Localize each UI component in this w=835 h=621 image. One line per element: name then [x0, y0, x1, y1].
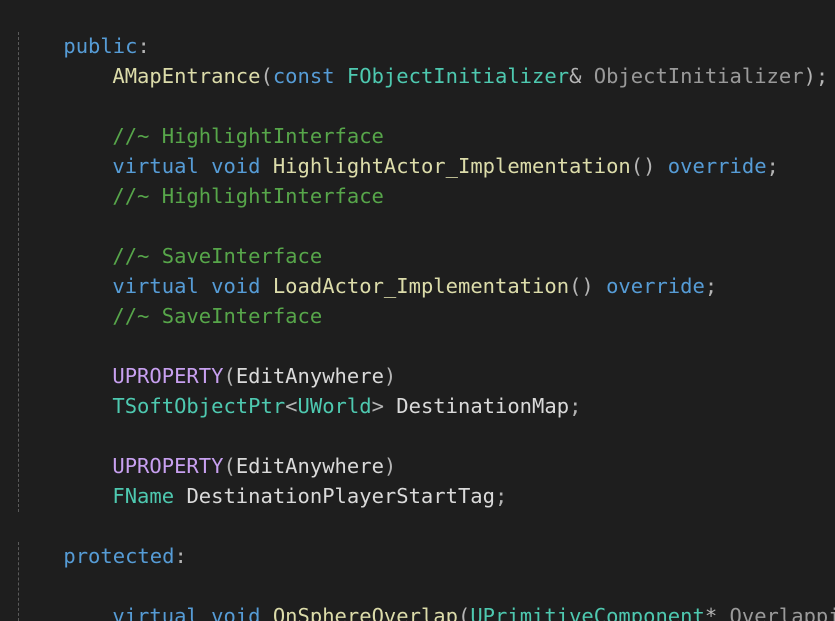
indent-guide	[18, 32, 19, 512]
code-line[interactable]: FName DestinationPlayerStartTag;	[63, 451, 507, 508]
semicolon: ;	[704, 274, 718, 298]
semicolon: ;	[569, 394, 582, 418]
code-editor[interactable]: public: AMapEntrance(const FObjectInitia…	[0, 0, 835, 621]
code-line[interactable]: virtual void LoadActor_Implementation() …	[63, 241, 717, 298]
member-name: DestinationMap	[396, 394, 570, 418]
code-line[interactable]: //~ HighlightInterface	[63, 151, 384, 208]
angle-close: >	[371, 394, 384, 418]
code-line[interactable]: TSoftObjectPtr<UWorld> DestinationMap;	[63, 361, 581, 418]
paren-close: );	[803, 64, 829, 88]
semicolon: ;	[766, 154, 779, 178]
void-keyword: void	[211, 604, 261, 621]
code-line[interactable]: virtual void HighlightActor_Implementati…	[63, 121, 779, 178]
code-line[interactable]: virtual void OnSphereOverlap(UPrimitiveC…	[63, 571, 835, 621]
code-line[interactable]: UPROPERTY(EditAnywhere)	[63, 331, 396, 388]
code-line[interactable]: UPROPERTY(EditAnywhere)	[63, 421, 396, 478]
code-line[interactable]: //~ HighlightInterface	[63, 91, 384, 148]
code-line[interactable]: //~ SaveInterface	[63, 211, 322, 268]
param-name: ObjectInitializer	[593, 64, 804, 88]
colon: :	[174, 544, 187, 568]
paren: (	[260, 64, 273, 88]
function-name: OnSphereOverlap	[272, 604, 458, 621]
parens: ()	[630, 154, 656, 178]
code-line[interactable]: public:	[14, 1, 149, 58]
comment: //~ SaveInterface	[112, 304, 323, 328]
pointer-symbol: *	[704, 604, 718, 621]
param-type: FObjectInitializer	[346, 64, 570, 88]
paren: (	[457, 604, 471, 621]
virtual-keyword: virtual	[112, 604, 199, 621]
angle-open: <	[285, 394, 298, 418]
const-keyword: const	[272, 64, 335, 88]
override-keyword: override	[606, 274, 705, 298]
semicolon: ;	[495, 484, 508, 508]
member-name: DestinationPlayerStartTag	[186, 484, 495, 508]
access-specifier: protected	[63, 544, 175, 568]
type-name: TSoftObjectPtr	[112, 394, 286, 418]
override-keyword: override	[667, 154, 767, 178]
param-name: OverlappingCom	[729, 604, 835, 621]
template-arg-type: UWorld	[297, 394, 372, 418]
comment: //~ HighlightInterface	[112, 184, 384, 208]
param-type: UPrimitiveComponent	[470, 604, 705, 621]
parens: ()	[569, 274, 594, 298]
reference-symbol: &	[569, 64, 582, 88]
code-line[interactable]: //~ SaveInterface	[63, 271, 322, 328]
constructor-name: AMapEntrance	[112, 64, 261, 88]
code-line[interactable]: AMapEntrance(const FObjectInitializer& O…	[63, 31, 828, 88]
type-name: FName	[112, 484, 175, 508]
code-line[interactable]: protected:	[14, 511, 186, 568]
